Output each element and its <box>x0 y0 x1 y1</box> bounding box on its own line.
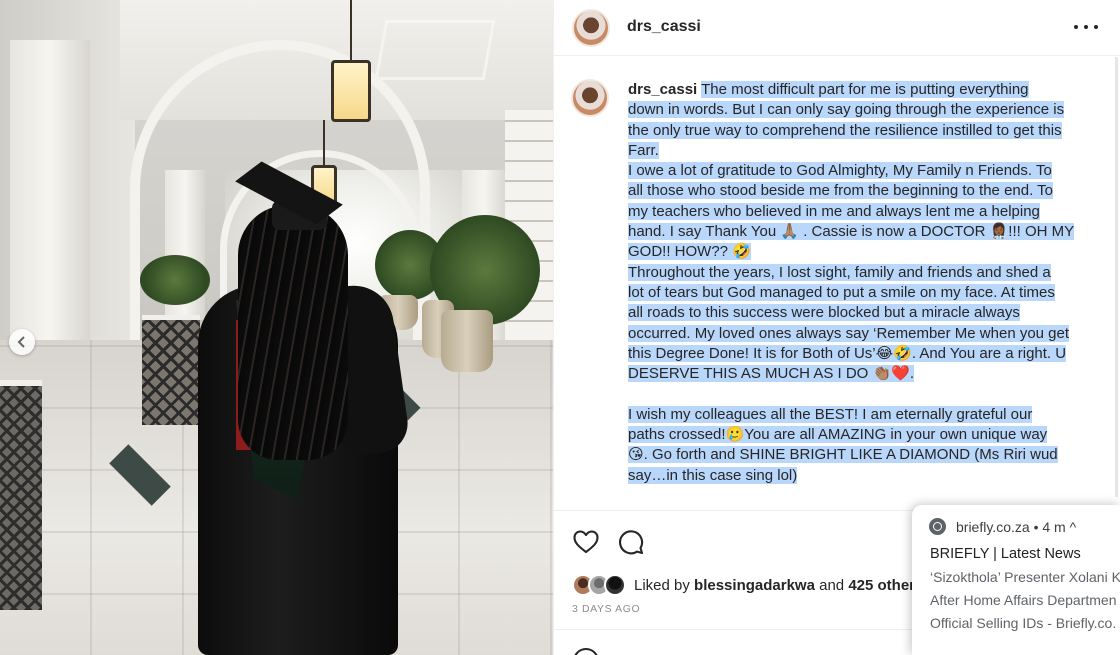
caption-line: I owe a lot of gratitude to God Almighty… <box>628 162 1052 180</box>
comment-button[interactable] <box>617 528 645 556</box>
caption-line: down in words. But I can only say going … <box>628 101 1065 119</box>
caption-line: the only true way to comprehend the resi… <box>628 121 1062 139</box>
graduate-hair <box>238 205 348 460</box>
caption-scrollbar[interactable] <box>1115 57 1118 497</box>
notification-time[interactable]: • 4 m ^ <box>1034 519 1077 535</box>
post-photo <box>0 0 553 655</box>
caption-line: paths crossed!🥲You are all AMAZING in yo… <box>628 426 1048 444</box>
browser-notification[interactable]: briefly.co.za • 4 m ^ BRIEFLY | Latest N… <box>912 505 1120 655</box>
heart-icon <box>573 530 599 554</box>
caption-line: this Degree Done! It is for Both of Us’😂… <box>628 344 1067 362</box>
notification-title: BRIEFLY | Latest News <box>930 546 1081 562</box>
liked-by-user[interactable]: blessingadarkwa <box>694 577 815 594</box>
notification-line: Official Selling IDs - Briefly.co. <box>930 615 1117 631</box>
caption-author-username[interactable]: drs_cassi <box>628 81 697 98</box>
caption-line: say…in this case sing lol) <box>628 466 798 484</box>
iron-railing <box>0 380 42 610</box>
post-header: drs_cassi <box>554 0 1120 56</box>
chrome-icon <box>929 518 946 535</box>
lantern <box>331 60 371 122</box>
notification-line: ‘Sizokthola’ Presenter Xolani K <box>930 569 1120 585</box>
caption-line: Farr. <box>628 141 659 159</box>
notification-source: briefly.co.za <box>956 518 1030 535</box>
caption-line: all roads to this success were blocked b… <box>628 304 1020 322</box>
caption-line: Throughout the years, I lost sight, fami… <box>628 263 1051 281</box>
chevron-left-icon <box>17 336 25 348</box>
plant <box>140 255 210 305</box>
author-username[interactable]: drs_cassi <box>627 18 701 36</box>
iron-railing <box>142 315 200 425</box>
caption-line: I wish my colleagues all the BEST! I am … <box>628 405 1033 423</box>
liker-avatars <box>572 574 626 596</box>
post-timestamp[interactable]: 3 DAYS AGO <box>572 603 640 615</box>
caption-author-avatar[interactable] <box>571 79 609 117</box>
plant-pot <box>441 310 493 372</box>
likes-summary[interactable]: Liked by blessingadarkwa and 425 others <box>572 574 923 596</box>
caption-line: occurred. My loved ones always say ‘Reme… <box>628 324 1070 342</box>
comment-icon <box>619 530 644 555</box>
author-avatar[interactable] <box>572 9 610 47</box>
carousel-prev-button[interactable] <box>9 329 35 355</box>
more-options-button[interactable] <box>1074 17 1098 37</box>
caption-line: DESERVE THIS AS MUCH AS I DO 👏🏽❤️. <box>628 365 915 383</box>
like-button[interactable] <box>572 528 600 556</box>
caption-line: GOD!! HOW?? 🤣 <box>628 243 751 261</box>
caption-line: lot of tears but God managed to put a sm… <box>628 283 1055 301</box>
caption-line: 😘. Go forth and SHINE BRIGHT LIKE A DIAM… <box>628 446 1058 464</box>
caption-line: my teachers who believed in me and alway… <box>628 202 1040 220</box>
caption-line: The most difficult part for me is puttin… <box>701 81 1029 98</box>
emoji-icon[interactable] <box>573 648 599 655</box>
notification-source-row: briefly.co.za • 4 m ^ <box>929 518 1076 535</box>
liked-by-and: and <box>819 576 845 594</box>
caption-line: all those who stood beside me from the b… <box>628 182 1054 200</box>
more-options-icon <box>1074 25 1078 29</box>
liked-by-label: Liked by <box>634 576 690 594</box>
notification-line: After Home Affairs Departmen <box>930 592 1117 608</box>
caption-line: hand. I say Thank You 🙏🏽 . Cassie is now… <box>628 223 1075 241</box>
caption-text: drs_cassi The most difficult part for me… <box>628 80 1093 486</box>
